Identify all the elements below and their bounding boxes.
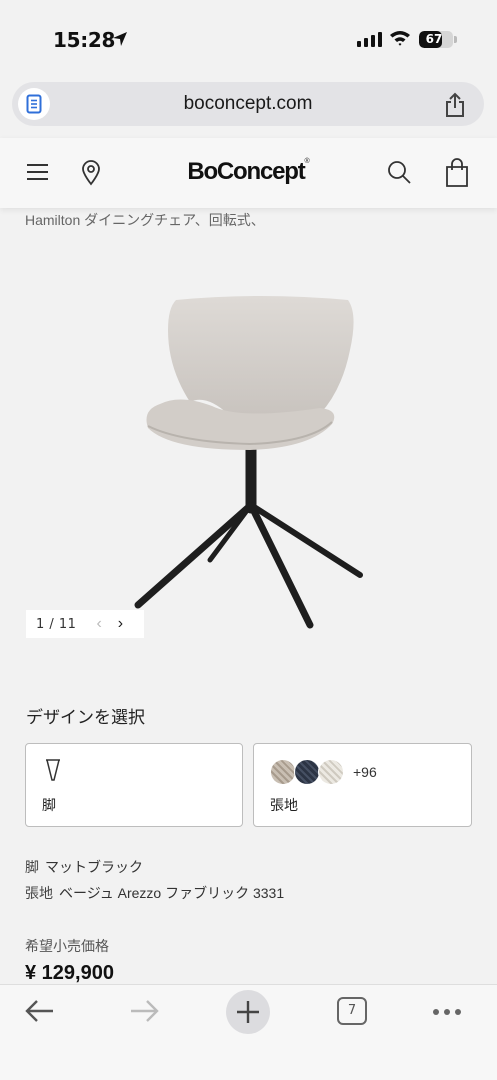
gallery-pager: 1 / 11 ‹ › [26,610,144,638]
cellular-signal-icon [357,31,382,47]
spec-value: ベージュ Arezzo ファブリック 3331 [59,885,285,901]
location-arrow-icon [113,32,127,46]
leg-option-card[interactable]: 脚 [25,743,243,827]
shopping-bag-icon[interactable] [444,158,470,188]
swatch-count: +96 [353,764,377,780]
more-icon[interactable] [433,1009,461,1015]
product-image[interactable] [120,290,380,640]
price-value: ¥ 129,900 [25,962,114,984]
status-time: 15:28 [53,28,116,52]
spec-key: 張地 [25,885,53,901]
price-label: 希望小売価格 [25,938,109,954]
chair-base [134,444,363,629]
browser-toolbar: 7 [0,984,497,1080]
leg-icon [46,759,60,781]
wifi-icon [390,31,410,46]
new-tab-button[interactable] [226,990,270,1034]
spec-value: マットブラック [45,859,143,875]
status-bar: 15:28 67 [0,0,497,76]
tabs-button[interactable]: 7 [337,997,367,1025]
spec-key: 脚 [25,859,39,875]
fabric-option-label: 張地 [270,797,298,813]
site-header: BoConcept® [0,138,497,208]
leg-option-label: 脚 [42,797,56,813]
brand-logo[interactable]: BoConcept® [0,158,497,186]
forward-arrow-icon[interactable] [128,999,160,1023]
share-icon[interactable] [444,92,466,118]
url-text[interactable]: boconcept.com [12,82,484,126]
spec-fabric: 張地 ベージュ Arezzo ファブリック 3331 [25,883,284,903]
spec-leg: 脚マットブラック [25,857,143,877]
back-arrow-icon[interactable] [24,999,56,1023]
fabric-swatches [270,759,344,785]
fabric-swatch [270,759,296,785]
chevron-left-icon[interactable]: ‹ [96,615,101,633]
fabric-swatch [318,759,344,785]
chevron-right-icon[interactable]: › [118,615,123,633]
plus-icon [237,1001,259,1023]
fabric-option-card[interactable]: +96 張地 [253,743,472,827]
chair-backrest [168,296,354,414]
fabric-swatch [294,759,320,785]
address-bar[interactable]: boconcept.com [12,82,484,126]
battery-level: 67 [425,32,443,46]
search-icon[interactable] [387,160,413,186]
design-section-title: デザインを選択 [26,708,145,727]
battery-icon: 67 [419,31,453,48]
product-subtitle: Hamilton ダイニングチェア、回転式、 [25,212,265,228]
gallery-page-indicator: 1 / 11 [36,616,77,632]
